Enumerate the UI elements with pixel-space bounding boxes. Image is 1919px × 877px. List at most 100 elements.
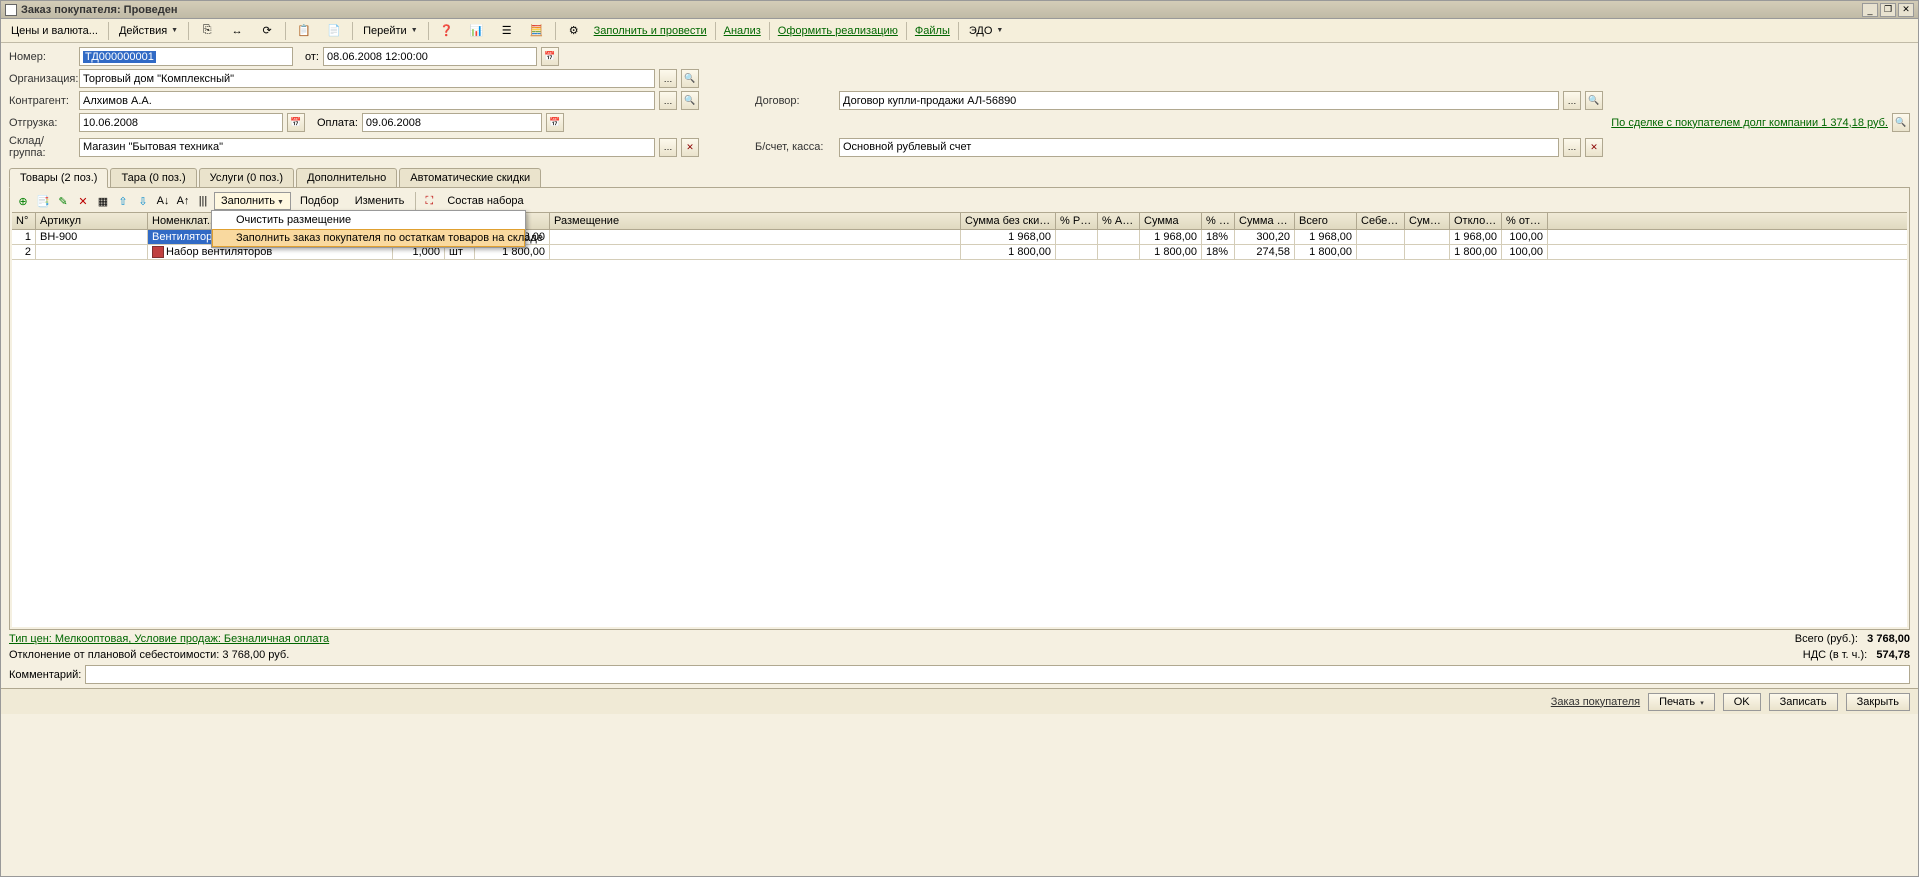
cell-total[interactable]: 1 968,00 [1295,230,1357,244]
sklad-select-icon[interactable]: … [659,138,677,157]
maximize-button[interactable]: ❐ [1880,3,1896,17]
account-select-icon[interactable]: … [1563,138,1581,157]
cell-pct_vat[interactable]: 18% [1202,230,1235,244]
edo-button[interactable]: ЭДО▼ [963,22,1009,40]
cell-sum_vat[interactable]: 300,20 [1235,230,1295,244]
col-dev[interactable]: Отклон... [1450,213,1502,229]
cell-dev[interactable]: 1 968,00 [1450,230,1502,244]
report-icon[interactable]: 📊 [463,20,491,42]
sklad-input[interactable]: Магазин "Бытовая техника" [79,138,655,157]
contragent-input[interactable]: Алхимов А.А. [79,91,655,110]
cell-dev[interactable]: 1 800,00 [1450,245,1502,259]
pay-input[interactable]: 09.06.2008 [362,113,542,132]
analysis-link[interactable]: Анализ [720,23,765,39]
goto-button[interactable]: Перейти▼ [357,22,424,40]
col-pct-manual[interactable]: % Руч... [1056,213,1098,229]
tab-tara[interactable]: Тара (0 поз.) [110,168,196,188]
col-sum2[interactable]: Сумма ... [1405,213,1450,229]
cell-sum[interactable]: 1 968,00 [1140,230,1202,244]
cell-article[interactable] [36,245,148,259]
cell-pct_auto[interactable] [1098,230,1140,244]
change-button[interactable]: Изменить [348,192,412,210]
cell-pct_manual[interactable] [1056,245,1098,259]
col-pct-vat[interactable]: % Н... [1202,213,1235,229]
date-picker-icon[interactable]: 📅 [541,47,559,66]
actions-button[interactable]: Действия▼ [113,22,184,40]
org-input[interactable]: Торговый дом "Комплексный" [79,69,655,88]
col-sum[interactable]: Сумма [1140,213,1202,229]
prices-currency-button[interactable]: Цены и валюта... [5,22,104,40]
cell-cost[interactable] [1357,230,1405,244]
toggle-icon[interactable]: ▦ [94,192,112,210]
account-clear-icon[interactable]: ✕ [1585,138,1603,157]
cell-sum_nodisc[interactable]: 1 968,00 [961,230,1056,244]
copy-icon[interactable]: 📋 [290,20,318,42]
cell-pct_dev[interactable]: 100,00 [1502,230,1548,244]
print-button[interactable]: Печать ▾ [1648,693,1715,711]
cell-n[interactable]: 1 [12,230,36,244]
help-icon[interactable]: ❓ [433,20,461,42]
sklad-clear-icon[interactable]: ✕ [681,138,699,157]
debt-open-icon[interactable]: 🔍 [1892,113,1910,132]
account-input[interactable]: Основной рублевый счет [839,138,1559,157]
col-article[interactable]: Артикул [36,213,148,229]
col-cost[interactable]: Себесто... [1357,213,1405,229]
move-up-icon[interactable]: ⇧ [114,192,132,210]
pay-date-icon[interactable]: 📅 [546,113,564,132]
calc-icon[interactable]: 🧮 [523,20,551,42]
cell-sum2[interactable] [1405,230,1450,244]
org-open-icon[interactable]: 🔍 [681,69,699,88]
col-sum-nodisc[interactable]: Сумма без скидок [961,213,1056,229]
tab-services[interactable]: Услуги (0 поз.) [199,168,294,188]
struct-icon[interactable]: ☰ [493,20,521,42]
sort-desc-icon[interactable]: A↑ [174,192,192,210]
cell-n[interactable]: 2 [12,245,36,259]
col-placement[interactable]: Размещение [550,213,961,229]
contragent-select-icon[interactable]: … [659,91,677,110]
refresh-icon[interactable]: ⟳ [253,20,281,42]
org-select-icon[interactable]: … [659,69,677,88]
col-n[interactable]: N° [12,213,36,229]
nav-icon[interactable]: ↔ [223,20,251,42]
cell-sum_vat[interactable]: 274,58 [1235,245,1295,259]
ship-input[interactable]: 10.06.2008 [79,113,283,132]
cell-article[interactable]: ВН-900 [36,230,148,244]
pick-button[interactable]: Подбор [293,192,346,210]
composition-button[interactable]: Состав набора [440,192,530,210]
files-link[interactable]: Файлы [911,23,954,39]
col-sum-vat[interactable]: Сумма НДС [1235,213,1295,229]
fill-button[interactable]: Заполнить▼ [214,192,291,210]
process-icon[interactable]: ⚙ [560,20,588,42]
post-icon[interactable]: ⎘ [193,20,221,42]
number-input[interactable]: ТД000000001 [79,47,293,66]
close-button[interactable]: Закрыть [1846,693,1910,711]
menu-clear-placement[interactable]: Очистить размещение [212,211,525,229]
paste-icon[interactable]: 📄 [320,20,348,42]
dogovor-input[interactable]: Договор купли-продажи АЛ-56890 [839,91,1559,110]
sort-asc-icon[interactable]: A↓ [154,192,172,210]
ok-button[interactable]: OK [1723,693,1761,711]
price-type-link[interactable]: Тип цен: Мелкооптовая, Условие продаж: Б… [9,633,329,645]
minimize-button[interactable]: _ [1862,3,1878,17]
date-input[interactable]: 08.06.2008 12:00:00 [323,47,537,66]
copy-row-icon[interactable]: 📑 [34,192,52,210]
debt-link[interactable]: По сделке с покупателем долг компании 1 … [1348,117,1888,129]
tab-goods[interactable]: Товары (2 поз.) [9,168,108,188]
order-template-link[interactable]: Заказ покупателя [1551,696,1640,708]
add-row-icon[interactable]: ⊕ [14,192,32,210]
tab-auto-discounts[interactable]: Автоматические скидки [399,168,541,188]
cell-pct_vat[interactable]: 18% [1202,245,1235,259]
cell-sum2[interactable] [1405,245,1450,259]
cell-sum_nodisc[interactable]: 1 800,00 [961,245,1056,259]
cell-placement[interactable] [550,245,961,259]
menu-fill-by-stock[interactable]: Заполнить заказ покупателя по остаткам т… [212,229,525,247]
comment-input[interactable] [85,665,1910,684]
contragent-open-icon[interactable]: 🔍 [681,91,699,110]
cell-pct_manual[interactable] [1056,230,1098,244]
barcode-icon[interactable]: ||| [194,192,212,210]
cell-cost[interactable] [1357,245,1405,259]
delete-row-icon[interactable]: ✕ [74,192,92,210]
cell-total[interactable]: 1 800,00 [1295,245,1357,259]
save-button[interactable]: Записать [1769,693,1838,711]
cell-pct_dev[interactable]: 100,00 [1502,245,1548,259]
